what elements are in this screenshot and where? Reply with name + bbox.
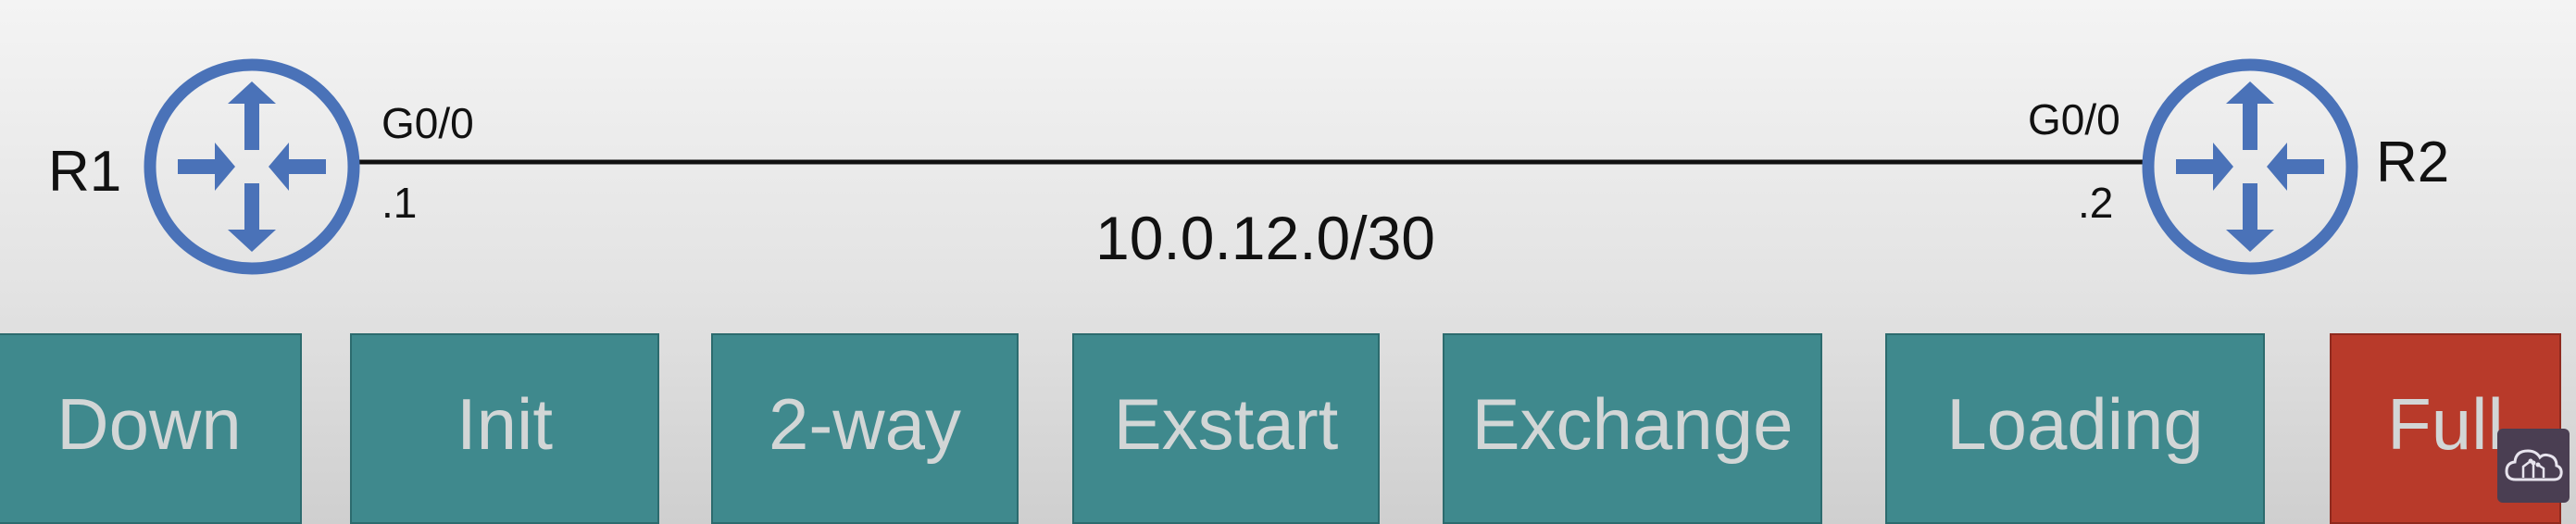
cloud-circuit-icon [2497, 429, 2570, 503]
topology-diagram [144, 58, 2358, 275]
router-r1-ip: .1 [381, 179, 418, 227]
state-loading: Loading [1885, 333, 2265, 524]
router-icon [144, 58, 360, 275]
router-r1-interface: G0/0 [381, 99, 474, 147]
router-r2-label: R2 [2376, 131, 2450, 194]
router-r1-label: R1 [48, 140, 122, 204]
state-exchange: Exchange [1443, 333, 1822, 524]
router-icon [2142, 58, 2358, 275]
router-r2-interface: G0/0 [2028, 95, 2120, 143]
router-r2-ip: .2 [2078, 179, 2114, 227]
state-init: Init [350, 333, 659, 524]
state-down: Down [0, 333, 302, 524]
state-2way: 2-way [711, 333, 1019, 524]
state-exstart: Exstart [1072, 333, 1380, 524]
subnet-label: 10.0.12.0/30 [1095, 204, 1435, 272]
